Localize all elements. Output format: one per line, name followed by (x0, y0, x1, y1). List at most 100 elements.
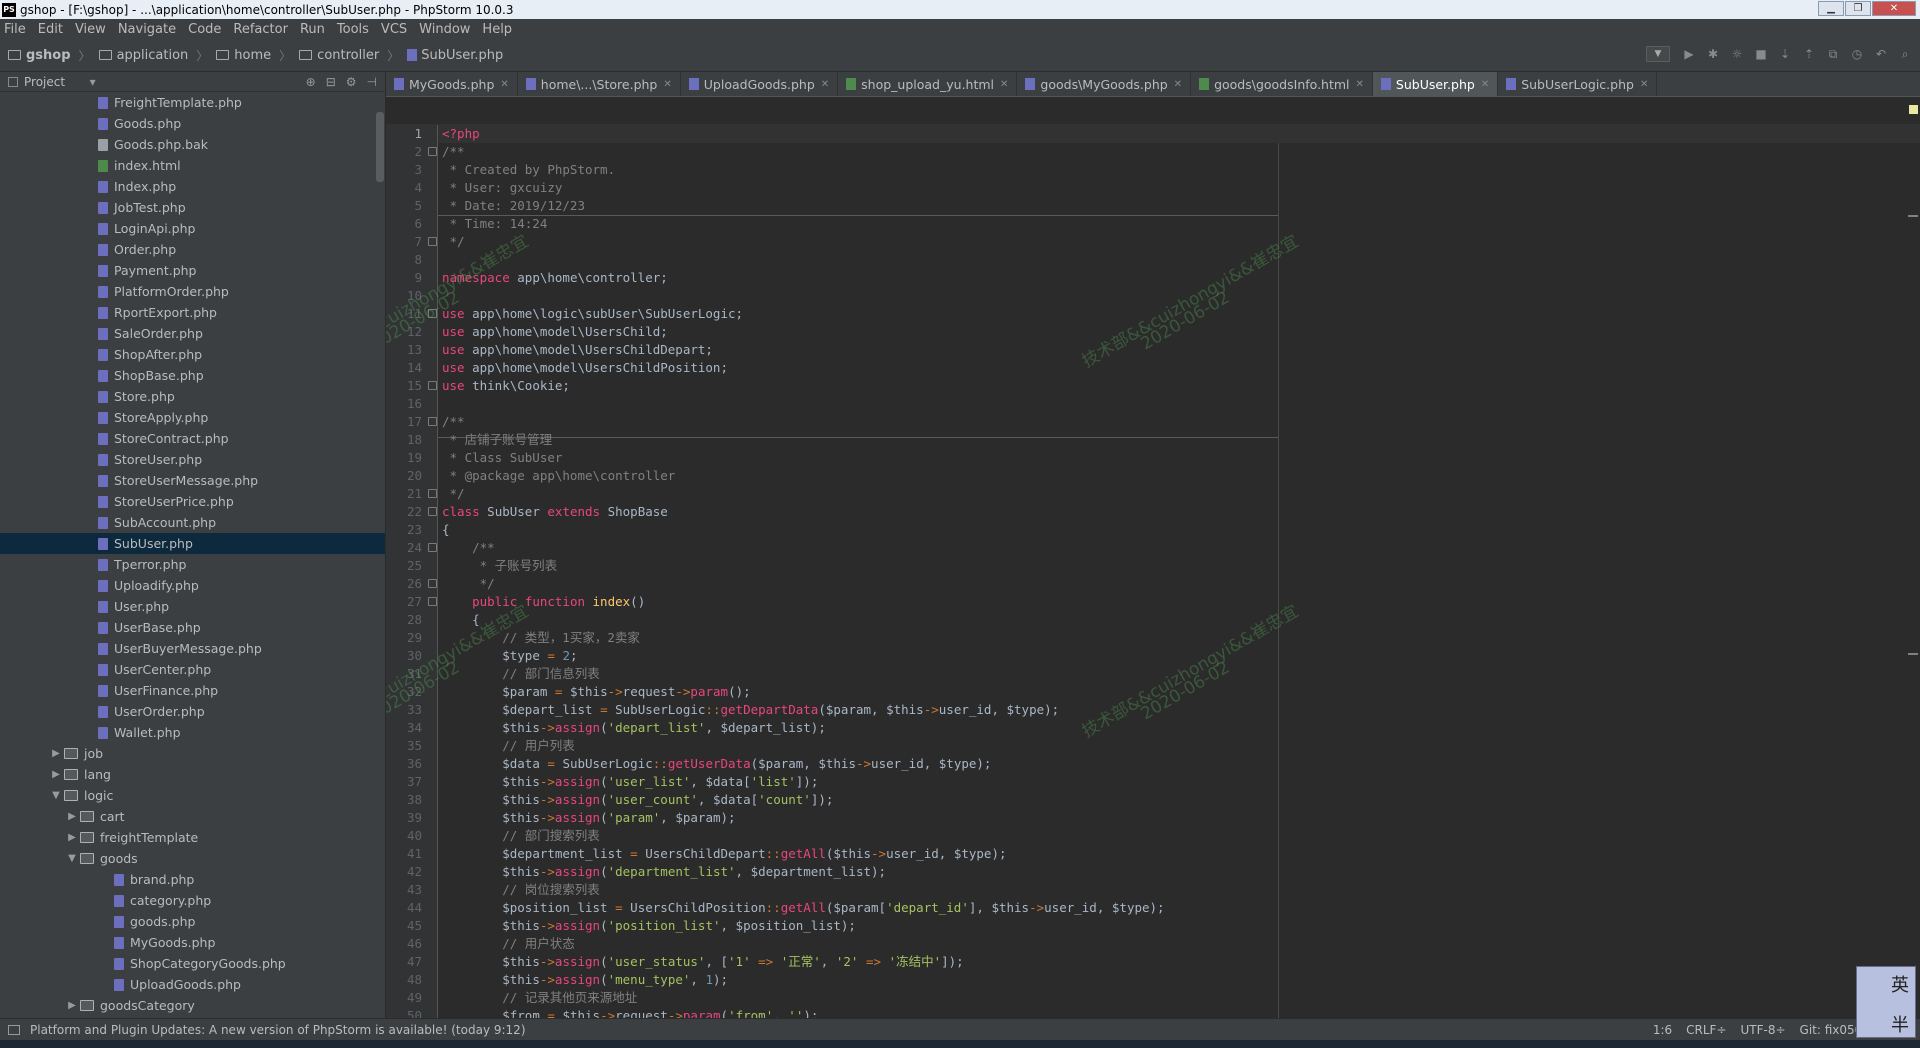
close-icon[interactable]: ✕ (1481, 79, 1489, 90)
code-line[interactable]: 31 // 部门信息列表 (407, 665, 1920, 683)
breadcrumb-controller[interactable]: controller (299, 48, 379, 63)
tree-file[interactable]: LoginApi.php (0, 218, 385, 239)
line-number[interactable]: 22 (386, 503, 422, 521)
line-number[interactable]: 37 (386, 773, 422, 791)
debug-icon[interactable]: ✱ (1704, 45, 1722, 63)
line-number[interactable]: 26 (386, 575, 422, 593)
line-number[interactable]: 40 (386, 827, 422, 845)
editor-tab[interactable]: MyGoods.php ✕ (386, 72, 518, 96)
fold-marker-icon[interactable] (428, 579, 437, 588)
code-line[interactable]: 48 $this->assign('menu_type', 1); (407, 971, 1920, 989)
line-number[interactable]: 39 (386, 809, 422, 827)
line-number[interactable]: 5 (386, 197, 422, 215)
error-stripe-mark[interactable] (1908, 653, 1918, 655)
tree-file[interactable]: Goods.php (0, 113, 385, 134)
line-number[interactable]: 36 (386, 755, 422, 773)
code-line[interactable]: 15 use think\Cookie; (407, 377, 1920, 395)
code-line[interactable]: 1 <?php (414, 125, 1920, 143)
line-number[interactable]: 33 (386, 701, 422, 719)
tree-file[interactable]: UserFinance.php (0, 680, 385, 701)
maximize-button[interactable]: ❐ (1845, 1, 1871, 16)
close-button[interactable]: ✕ (1872, 1, 1916, 16)
tree-file[interactable]: UserCenter.php (0, 659, 385, 680)
fold-marker-icon[interactable] (428, 417, 437, 426)
code-line[interactable]: 33 $depart_list = SubUserLogic::getDepar… (407, 701, 1920, 719)
code-line[interactable]: 24 /** (407, 539, 1920, 557)
code-line[interactable]: 44 $position_list = UsersChildPosition::… (407, 899, 1920, 917)
project-panel-title[interactable]: Project (24, 75, 90, 89)
line-number[interactable]: 28 (386, 611, 422, 629)
code-line[interactable]: 42 $this->assign('department_list', $dep… (407, 863, 1920, 881)
line-number[interactable]: 44 (386, 899, 422, 917)
menu-file[interactable]: File (4, 22, 26, 37)
line-number[interactable]: 27 (386, 593, 422, 611)
status-message[interactable]: Platform and Plugin Updates: A new versi… (30, 1023, 1639, 1037)
tree-file[interactable]: JobTest.php (0, 197, 385, 218)
code-line[interactable]: 20 * @package app\home\controller (407, 467, 1920, 485)
tree-file[interactable]: FreightTemplate.php (0, 92, 385, 113)
chevron-right-icon[interactable]: ▶ (48, 748, 64, 759)
line-number[interactable]: 42 (386, 863, 422, 881)
code-line[interactable]: 27 public function index() (407, 593, 1920, 611)
tree-folder[interactable]: ▶ job (0, 743, 385, 764)
code-line[interactable]: 28 { (407, 611, 1920, 629)
line-number[interactable]: 50 (386, 1007, 422, 1018)
line-number[interactable]: 11 (386, 305, 422, 323)
vcs-history-icon[interactable]: ◷ (1848, 45, 1866, 63)
code-line[interactable]: 18 * 店铺子账号管理 (407, 431, 1920, 449)
editor-scroll-markers[interactable] (1906, 97, 1920, 1018)
line-number[interactable]: 15 (386, 377, 422, 395)
tree-folder[interactable]: ▼ logic (0, 785, 385, 806)
breadcrumb-application[interactable]: application (98, 48, 188, 63)
tree-file[interactable]: UserOrder.php (0, 701, 385, 722)
line-separator[interactable]: CRLF÷ (1686, 1023, 1726, 1037)
code-line[interactable]: 16 (407, 395, 1920, 413)
line-number[interactable]: 4 (386, 179, 422, 197)
tree-file[interactable]: PlatformOrder.php (0, 281, 385, 302)
breadcrumb-project[interactable]: gshop (8, 48, 71, 63)
line-number[interactable]: 14 (386, 359, 422, 377)
line-number[interactable]: 38 (386, 791, 422, 809)
editor-tab[interactable]: goods\MyGoods.php ✕ (1017, 72, 1192, 96)
line-number[interactable]: 1 (386, 125, 422, 143)
minimize-button[interactable]: ▁ (1818, 1, 1844, 16)
line-number[interactable]: 47 (386, 953, 422, 971)
tree-file[interactable]: User.php (0, 596, 385, 617)
line-number[interactable]: 30 (386, 647, 422, 665)
line-number[interactable]: 31 (386, 665, 422, 683)
gear-icon[interactable]: ⚙ (346, 75, 357, 89)
code-line[interactable]: 25 * 子账号列表 (407, 557, 1920, 575)
tree-file[interactable]: SaleOrder.php (0, 323, 385, 344)
tree-file[interactable]: Store.php (0, 386, 385, 407)
editor-tab[interactable]: SubUserLogic.php ✕ (1498, 72, 1658, 96)
line-number[interactable]: 7 (386, 233, 422, 251)
tree-folder[interactable]: ▶ cart (0, 806, 385, 827)
tree-file[interactable]: StoreContract.php (0, 428, 385, 449)
tree-file[interactable]: index.html (0, 155, 385, 176)
breadcrumb-file[interactable]: SubUser.php (407, 48, 503, 63)
vcs-compare-icon[interactable]: ⧉ (1824, 45, 1842, 63)
close-icon[interactable]: ✕ (663, 79, 671, 90)
editor-tab[interactable]: shop_upload_yu.html ✕ (838, 72, 1018, 96)
search-icon[interactable]: ⌕ (1896, 45, 1914, 63)
code-line[interactable]: 38 $this->assign('user_count', $data['co… (407, 791, 1920, 809)
code-line[interactable]: 14 use app\home\model\UsersChildPosition; (407, 359, 1920, 377)
project-scrollbar[interactable] (376, 112, 384, 182)
chevron-down-icon[interactable]: ▾ (90, 75, 96, 89)
code-editor[interactable]: 1 <?php 2/** 3 * Created by PhpStorm. 4 * Us… (386, 97, 1920, 1018)
tree-file[interactable]: brand.php (0, 869, 385, 890)
code-line[interactable]: 41 $department_list = UsersChildDepart::… (407, 845, 1920, 863)
file-encoding[interactable]: UTF-8÷ (1741, 1023, 1786, 1037)
code-line[interactable]: 19 * Class SubUser (407, 449, 1920, 467)
fold-marker-icon[interactable] (428, 381, 437, 390)
tree-folder[interactable]: ▼ goods (0, 848, 385, 869)
tree-file[interactable]: category.php (0, 890, 385, 911)
code-line[interactable]: 34 $this->assign('depart_list', $depart_… (407, 719, 1920, 737)
vcs-update-icon[interactable]: ⇣ (1776, 45, 1794, 63)
code-line[interactable]: 6 * Time: 14:24 (414, 215, 1920, 233)
tree-file[interactable]: StoreUser.php (0, 449, 385, 470)
code-line[interactable]: 13 use app\home\model\UsersChildDepart; (407, 341, 1920, 359)
line-number[interactable]: 45 (386, 917, 422, 935)
tree-file[interactable]: ShopAfter.php (0, 344, 385, 365)
code-line[interactable]: 37 $this->assign('user_list', $data['lis… (407, 773, 1920, 791)
